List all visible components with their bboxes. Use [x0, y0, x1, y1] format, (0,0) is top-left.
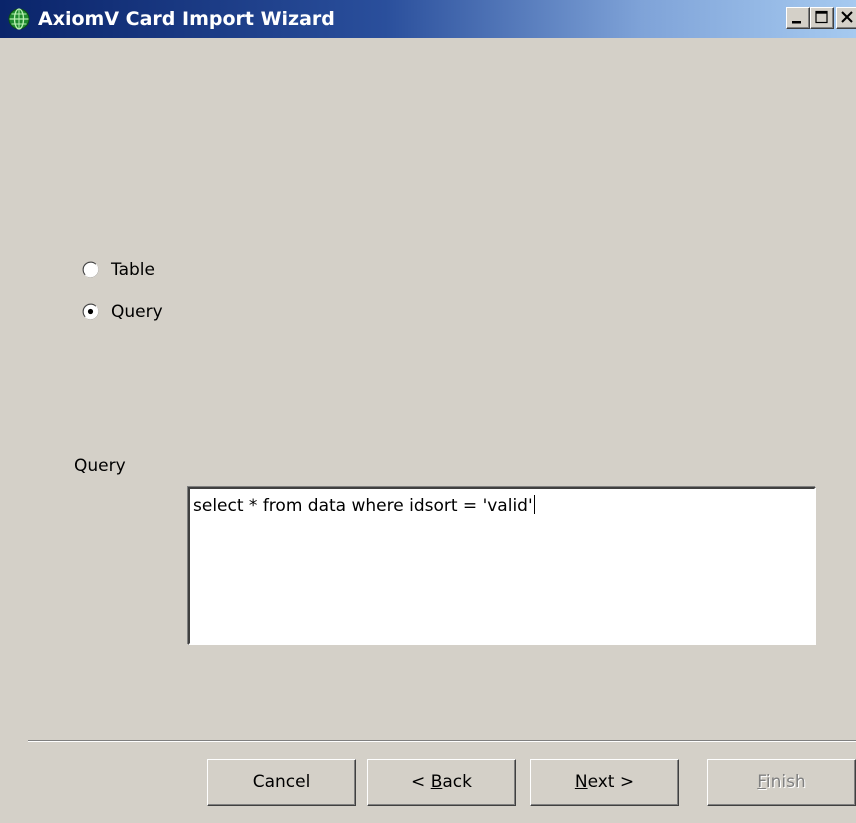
radio-query-label: Query — [111, 302, 163, 322]
wizard-window: AxiomV Card Import Wizard Table Query Qu… — [0, 0, 856, 823]
next-button[interactable]: Next > — [530, 759, 679, 806]
radio-table-label: Table — [111, 260, 155, 280]
maximize-icon — [815, 10, 828, 24]
close-icon — [841, 11, 853, 23]
finish-button-rest: inish — [765, 772, 806, 792]
back-button[interactable]: < Back — [367, 759, 516, 806]
query-text: select * from data where idsort = 'valid… — [193, 496, 533, 516]
radio-table[interactable] — [82, 261, 99, 278]
close-button[interactable] — [836, 7, 856, 29]
back-button-mnemonic: B — [430, 772, 443, 792]
finish-button-mnemonic: F — [757, 772, 766, 792]
query-label: Query — [74, 456, 126, 476]
text-caret — [533, 495, 535, 514]
next-button-rest: ext > — [587, 772, 635, 792]
maximize-button[interactable] — [810, 7, 834, 29]
button-separator — [28, 740, 856, 742]
back-button-prefix: < — [411, 772, 431, 792]
next-button-mnemonic: N — [574, 772, 588, 792]
window-title: AxiomV Card Import Wizard — [38, 8, 335, 30]
minimize-button[interactable] — [786, 7, 810, 29]
globe-icon — [8, 8, 30, 30]
back-button-rest: ack — [442, 772, 472, 792]
title-bar[interactable]: AxiomV Card Import Wizard — [0, 0, 856, 38]
radio-query[interactable] — [82, 303, 99, 320]
cancel-button-label: Cancel — [252, 772, 311, 792]
cancel-button[interactable]: Cancel — [207, 759, 356, 806]
query-input[interactable]: select * from data where idsort = 'valid… — [188, 487, 816, 645]
finish-button[interactable]: Finish — [707, 759, 856, 806]
minimize-icon — [792, 21, 801, 24]
